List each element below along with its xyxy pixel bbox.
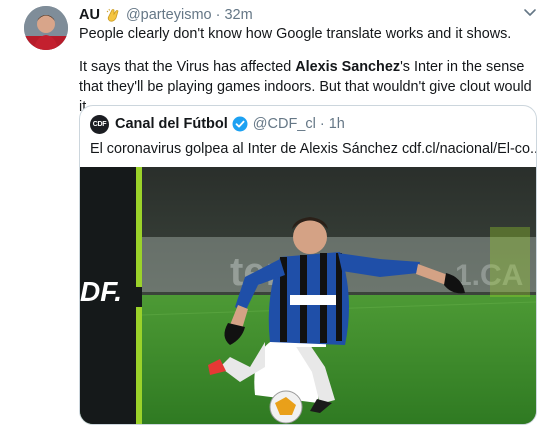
tweet[interactable]: AU @parteyismo · 32m People clearly don'… [0,0,553,435]
quoted-tweet-text: El coronavirus golpea al Inter de Alexis… [90,141,537,157]
quoted-timestamp[interactable]: 1h [329,116,345,132]
quoted-author-name[interactable]: Canal del Fútbol [115,116,228,132]
quoted-separator-dot: · [319,116,325,132]
quoted-tweet-header: CDF Canal del Fútbol @CDF_cl · 1h [90,114,345,134]
author-handle[interactable]: @parteyismo [126,7,212,23]
avatar-photo [24,6,68,50]
quoted-tweet-media[interactable]: terpo 1.CA DF. [80,167,536,424]
tweet-text-line1: People clearly don't know how Google tra… [79,26,512,42]
clapping-hands-icon [105,7,121,23]
cdf-logo-text: DF. [80,276,122,307]
separator-dot: · [215,7,221,23]
quoted-author-avatar[interactable]: CDF [90,114,109,134]
user-avatar[interactable] [24,6,68,50]
verified-badge-icon [232,116,248,132]
tweet-text-prefix: It says that the Virus has affected [79,59,296,75]
tweet-text-bold-name: Alexis Sanchez [295,59,401,75]
chevron-down-icon[interactable] [522,4,538,20]
tweet-timestamp[interactable]: 32m [224,7,252,23]
tweet-header: AU @parteyismo · 32m [79,5,253,25]
football-player-photo: terpo 1.CA DF. [80,167,536,424]
author-name[interactable]: AU [79,7,100,23]
quoted-tweet-card[interactable]: CDF Canal del Fútbol @CDF_cl · 1h El cor… [79,105,537,425]
quoted-author-handle[interactable]: @CDF_cl [253,116,316,132]
